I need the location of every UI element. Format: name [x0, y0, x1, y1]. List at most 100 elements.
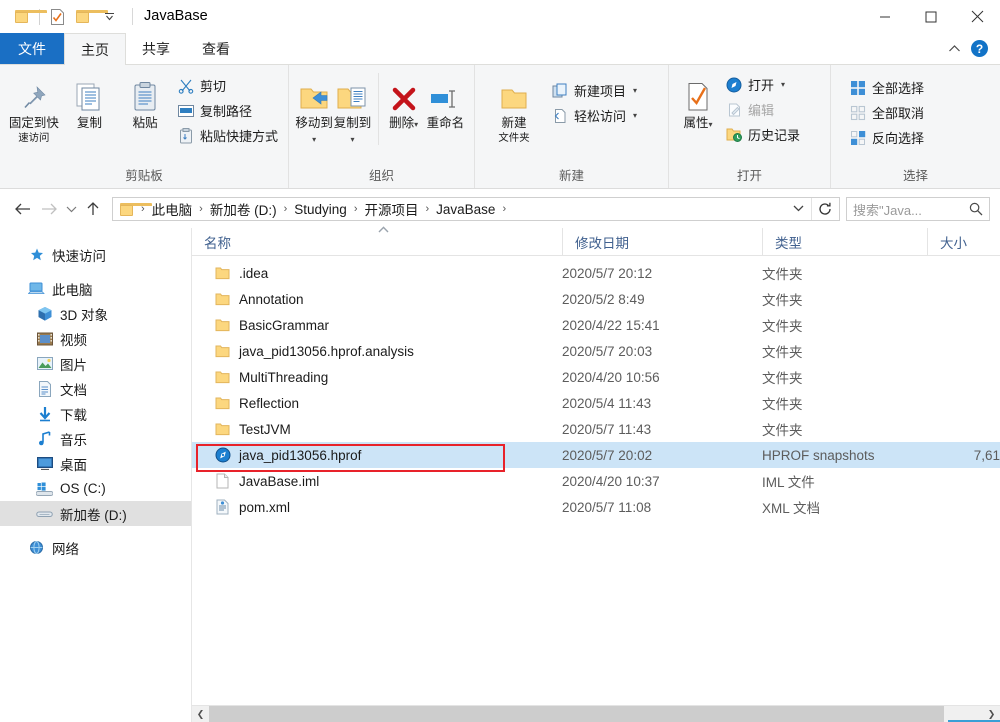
breadcrumb-item-javabase[interactable]: JavaBase	[433, 202, 498, 217]
table-row[interactable]: MultiThreading 2020/4/20 10:56 文件夹	[192, 364, 1000, 390]
column-header-type[interactable]: 类型	[762, 228, 927, 256]
rename-button[interactable]: 重命名	[423, 69, 468, 131]
pin-label-2: 速访问	[9, 131, 59, 146]
scrollbar-thumb[interactable]	[209, 706, 944, 722]
select-none-icon	[849, 104, 867, 122]
sidebar-item-3d-objects[interactable]: 3D 对象	[0, 301, 191, 326]
search-box[interactable]: 搜索"Java...	[846, 197, 990, 221]
new-item-button[interactable]: 新建项目 ▾	[547, 79, 641, 102]
cut-label: 剪切	[200, 76, 226, 95]
maximize-button[interactable]	[908, 0, 954, 33]
open-button[interactable]: 打开 ▾	[721, 73, 804, 96]
qat-customize-caret[interactable]	[96, 5, 122, 29]
ribbon-group-label-select: 选择	[831, 165, 1000, 188]
sidebar-item-music[interactable]: 音乐	[0, 426, 191, 451]
tab-share[interactable]: 共享	[126, 33, 186, 64]
cut-button[interactable]: 剪切	[173, 74, 282, 97]
sidebar-item-network[interactable]: 网络	[0, 535, 191, 560]
horizontal-scrollbar[interactable]: ❮ ❯	[192, 705, 1000, 722]
tab-home[interactable]: 主页	[64, 33, 126, 66]
easy-access-caret-icon[interactable]: ▾	[633, 111, 637, 120]
help-button[interactable]: ?	[971, 40, 988, 57]
collapse-ribbon-icon[interactable]	[948, 44, 961, 53]
table-row[interactable]: Annotation 2020/5/2 8:49 文件夹	[192, 286, 1000, 312]
column-header-size[interactable]: 大小	[927, 228, 1000, 256]
table-row[interactable]: BasicGrammar 2020/4/22 15:41 文件夹	[192, 312, 1000, 338]
sidebar-item-documents[interactable]: 文档	[0, 376, 191, 401]
table-row[interactable]: pom.xml 2020/5/7 11:08 XML 文档	[192, 494, 1000, 520]
up-button[interactable]	[80, 196, 106, 222]
copy-button[interactable]: 复制	[62, 69, 118, 131]
easy-access-label: 轻松访问	[574, 106, 626, 125]
folder-icon	[214, 421, 231, 438]
address-dropdown-icon[interactable]	[786, 203, 811, 215]
table-row[interactable]: TestJVM 2020/5/7 11:43 文件夹	[192, 416, 1000, 442]
breadcrumb-item-studying[interactable]: Studying	[291, 202, 350, 217]
breadcrumb-item-opensource[interactable]: 开源项目	[361, 199, 421, 219]
move-to-button[interactable]: 移动到▾	[295, 69, 333, 147]
easy-access-button[interactable]: 轻松访问 ▾	[547, 104, 641, 127]
minimize-button[interactable]	[862, 0, 908, 33]
sidebar-label: OS (C:)	[60, 481, 106, 496]
breadcrumb-bar[interactable]: › 此电脑 › 新加卷 (D:) › Studying › 开源项目 › Jav…	[112, 197, 840, 221]
open-caret-icon[interactable]: ▾	[781, 80, 785, 89]
new-folder-button[interactable]: 新建文件夹	[481, 69, 547, 146]
table-row-selected[interactable]: java_pid13056.hprof 2020/5/7 20:02 HPROF…	[192, 442, 1000, 468]
table-row[interactable]: JavaBase.iml 2020/4/20 10:37 IML 文件	[192, 468, 1000, 494]
close-button[interactable]	[954, 0, 1000, 33]
table-row[interactable]: java_pid13056.hprof.analysis 2020/5/7 20…	[192, 338, 1000, 364]
sidebar-item-videos[interactable]: 视频	[0, 326, 191, 351]
scroll-left-arrow[interactable]: ❮	[192, 706, 209, 722]
move-to-caret-icon[interactable]: ▾	[312, 135, 316, 144]
copy-to-button[interactable]: 复制到 ▾	[333, 69, 371, 147]
copy-path-button[interactable]: 复制路径	[173, 99, 282, 122]
sidebar-item-downloads[interactable]: 下载	[0, 401, 191, 426]
table-row[interactable]: Reflection 2020/5/4 11:43 文件夹	[192, 390, 1000, 416]
sidebar-item-os-c[interactable]: OS (C:)	[0, 476, 191, 501]
new-item-caret-icon[interactable]: ▾	[633, 86, 637, 95]
sidebar-item-drive-d[interactable]: 新加卷 (D:)	[0, 501, 191, 526]
select-none-button[interactable]: 全部取消	[845, 101, 928, 124]
delete-caret-icon[interactable]: ▾	[414, 120, 418, 129]
history-button[interactable]: 历史记录	[721, 123, 804, 146]
select-all-button[interactable]: 全部选择	[845, 76, 928, 99]
edit-icon	[725, 101, 743, 119]
copy-to-caret-icon[interactable]: ▾	[350, 135, 354, 144]
column-header-name[interactable]: 名称	[192, 228, 562, 256]
refresh-button[interactable]	[811, 198, 837, 220]
tab-view[interactable]: 查看	[186, 33, 246, 64]
sidebar-item-pictures[interactable]: 图片	[0, 351, 191, 376]
back-button[interactable]	[10, 196, 36, 222]
breadcrumb-item-this-pc[interactable]: 此电脑	[149, 199, 196, 219]
forward-button[interactable]	[36, 196, 62, 222]
breadcrumb-separator: ›	[280, 203, 292, 215]
qat-properties-icon[interactable]	[44, 5, 70, 29]
breadcrumb-item-drive-d[interactable]: 新加卷 (D:)	[207, 199, 280, 219]
invert-selection-button[interactable]: 反向选择	[845, 126, 928, 149]
sidebar-item-this-pc[interactable]: 此电脑	[0, 276, 191, 301]
delete-button[interactable]: 删除▾	[384, 69, 422, 132]
qat-new-folder-icon[interactable]	[70, 5, 96, 29]
paste-shortcut-button[interactable]: 粘贴快捷方式	[173, 124, 282, 147]
folder-icon	[214, 291, 231, 308]
column-header-date[interactable]: 修改日期	[562, 228, 762, 256]
new-folder-icon	[497, 75, 531, 113]
pin-to-quick-access-button[interactable]: 固定到快速访问	[6, 69, 62, 146]
paste-button[interactable]: 粘贴	[117, 69, 173, 131]
sidebar-item-desktop[interactable]: 桌面	[0, 451, 191, 476]
recent-locations-button[interactable]	[62, 196, 80, 222]
sidebar-item-quick-access[interactable]: 快速访问	[0, 242, 191, 267]
tab-file[interactable]: 文件	[0, 33, 64, 64]
properties-caret-icon[interactable]: ▾	[709, 120, 713, 129]
table-row[interactable]: .idea 2020/5/7 20:12 文件夹	[192, 260, 1000, 286]
properties-button[interactable]: 属性▾	[675, 69, 721, 132]
address-bar: › 此电脑 › 新加卷 (D:) › Studying › 开源项目 › Jav…	[0, 190, 1000, 228]
search-icon[interactable]	[969, 202, 983, 216]
pin-label-1: 固定到快	[9, 116, 59, 130]
search-input[interactable]: 搜索"Java...	[853, 200, 922, 219]
edit-button[interactable]: 编辑	[721, 98, 804, 121]
network-icon	[28, 539, 45, 556]
new-small-buttons: 新建项目 ▾ 轻松访问 ▾	[547, 69, 641, 127]
qat-folder-icon[interactable]	[9, 5, 35, 29]
copy-to-label: 复制到	[334, 116, 372, 130]
